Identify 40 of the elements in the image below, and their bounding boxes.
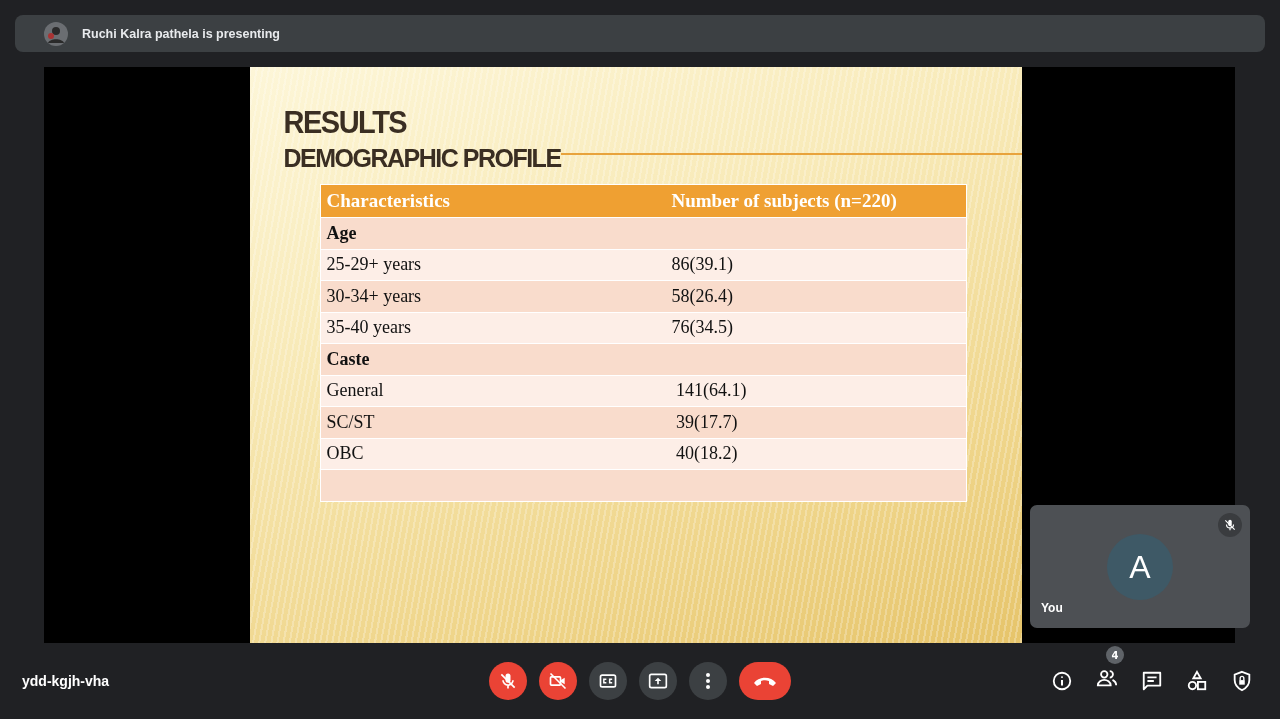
shield-lock-icon [1231,670,1253,692]
avatar-initial: A [1107,534,1173,600]
table-cell: Caste [326,348,370,370]
participant-count-badge: 4 [1106,646,1124,664]
table-cell-text: 40(18.2) [675,443,738,465]
table-cell-text: 39(17.7) [675,411,738,433]
table-cell: 76(34.5) [671,317,733,339]
table-cell: 30-34+ years [326,285,422,307]
chat-icon [1141,670,1163,692]
table-cell: General [326,380,384,402]
slide-subtitle: DEMOGRAPHIC PROFILE [283,142,561,175]
meeting-code: ydd-kgjh-vha [22,673,111,689]
microphone-button[interactable] [489,662,527,700]
muted-mic-icon [498,671,518,691]
slide-title: RESULTS [283,105,408,142]
camera-button[interactable] [539,662,577,700]
present-screen-button[interactable] [639,662,677,700]
present-screen-icon [647,671,669,691]
captions-icon [598,671,618,691]
table-cell: SC/ST [326,411,375,433]
table-cell: Age [326,222,357,244]
table-cell: 35-40 years [326,317,411,339]
more-options-button[interactable] [689,662,727,700]
table-cell: 25-29+ years [326,254,422,276]
column-header: Number of subjects (n=220) [670,189,898,213]
table-cell: OBC [326,443,364,465]
captions-button[interactable] [589,662,627,700]
participant-name: You [1041,601,1063,615]
more-options-icon [705,672,711,690]
people-icon [1095,667,1119,689]
table-cell: 58(26.4) [671,285,733,307]
shapes-icon [1186,670,1208,692]
presenter-avatar-icon [44,21,68,46]
table-cell: 86(39.1) [671,254,733,276]
info-icon [1051,670,1073,692]
leave-call-button[interactable] [739,662,791,700]
table-cell-text: 141(64.1) [675,380,747,402]
camera-off-icon [548,671,568,691]
presenter-text: Ruchi Kalra pathela is presenting [82,26,280,41]
column-header: Characteristics [325,189,451,213]
